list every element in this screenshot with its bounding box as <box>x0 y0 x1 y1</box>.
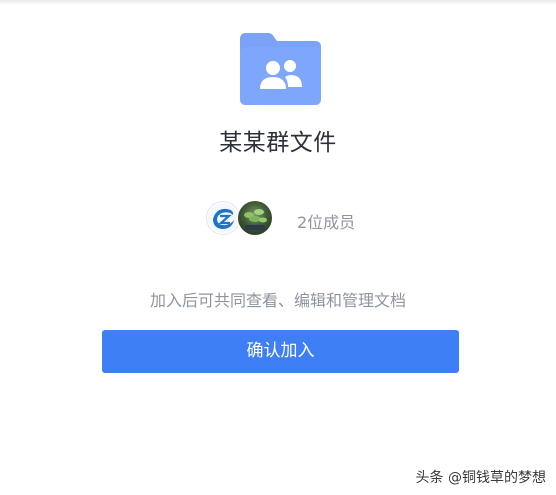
avatar-icon-plant <box>244 209 267 230</box>
member-avatar <box>238 201 272 235</box>
group-folder-icon <box>240 33 321 105</box>
hint-text: 加入后可共同查看、编辑和管理文档 <box>149 291 406 310</box>
top-divider <box>0 0 556 5</box>
member-count: 2位成员 <box>297 213 356 232</box>
members-row: 2位成员 <box>0 200 556 238</box>
member-avatar <box>206 201 240 235</box>
folder-name: 某某群文件 <box>219 130 337 156</box>
watermark: 头条 @铜钱草的梦想 <box>415 470 546 486</box>
avatar-icon-blue-logo <box>208 203 238 233</box>
confirm-join-button[interactable]: 确认加入 <box>102 330 459 373</box>
